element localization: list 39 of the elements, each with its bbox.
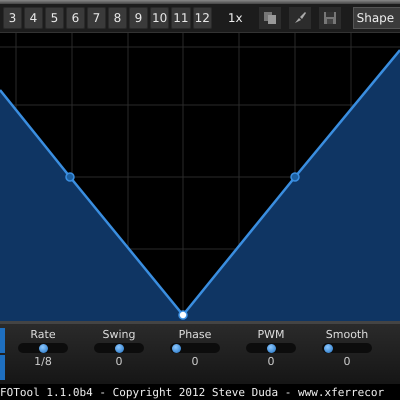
slider-track[interactable]	[170, 343, 220, 353]
slider-track[interactable]	[322, 343, 372, 353]
status-text: FOTool 1.1.0b4 - Copyright 2012 Steve Duda - www.xferrecor	[0, 386, 384, 398]
control-value: 0	[268, 355, 274, 368]
slider-track[interactable]	[246, 343, 296, 353]
pattern-tab[interactable]: 7	[87, 7, 106, 29]
slider-thumb[interactable]	[172, 344, 182, 353]
slider-thumb[interactable]	[266, 344, 276, 353]
save-button[interactable]	[318, 7, 341, 29]
control-value: 0	[192, 355, 198, 368]
slider-thumb[interactable]	[38, 344, 48, 353]
pattern-tab[interactable]: 10	[150, 7, 170, 29]
pattern-tab[interactable]: 5	[45, 7, 64, 29]
control-label: Smooth	[326, 328, 368, 341]
control-label: Swing	[102, 328, 136, 341]
brush-icon	[292, 11, 307, 25]
pattern-tab[interactable]: 4	[24, 7, 43, 29]
control-label: Phase	[178, 328, 212, 341]
slider-thumb[interactable]	[324, 344, 334, 353]
slider-thumb[interactable]	[114, 344, 124, 353]
pattern-tab[interactable]: 8	[108, 7, 127, 29]
copy-icon	[262, 11, 277, 25]
control-label: Rate	[30, 328, 56, 341]
pattern-tab[interactable]: 9	[129, 7, 148, 29]
copy-button[interactable]	[258, 7, 281, 29]
control-label: PWM	[257, 328, 284, 341]
shape-button[interactable]: Shape	[352, 7, 400, 29]
pattern-tab[interactable]: 12	[192, 7, 212, 29]
pattern-tab[interactable]: 3	[3, 7, 22, 29]
pattern-tab[interactable]: 11	[171, 7, 191, 29]
slider-track[interactable]	[18, 343, 68, 353]
zoom-label: 1x	[228, 11, 243, 25]
brush-button[interactable]	[288, 7, 311, 29]
control-value: 0	[344, 355, 350, 368]
control-value: 1/8	[34, 355, 52, 368]
slider-track[interactable]	[94, 343, 144, 353]
pattern-tab[interactable]: 6	[66, 7, 85, 29]
save-icon	[322, 11, 337, 25]
control-value: 0	[116, 355, 122, 368]
